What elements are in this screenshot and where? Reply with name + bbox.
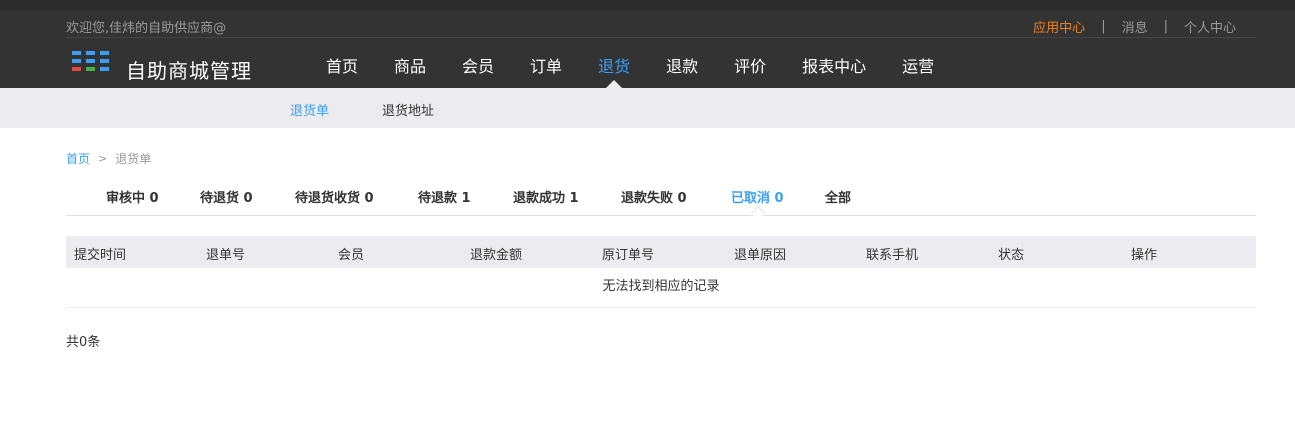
tab-all[interactable]: 全部 — [825, 187, 851, 206]
top-header: 欢迎您,佳炜的自助供应商@ 应用中心 | 消息 | 个人中心 自助商城管理 首页… — [0, 0, 1295, 88]
browser-edge — [0, 0, 1295, 10]
tab-refund-success[interactable]: 退款成功 1 — [513, 187, 579, 206]
nav-reviews[interactable]: 评价 — [716, 38, 784, 88]
nav-home[interactable]: 首页 — [308, 38, 376, 88]
app-center-link[interactable]: 应用中心 — [1033, 17, 1085, 36]
active-tab-caret-icon — [750, 205, 766, 221]
tab-refund-failed[interactable]: 退款失败 0 — [621, 187, 687, 206]
table-header: 提交时间 退单号 会员 退款金额 原订单号 退单原因 联系手机 状态 操作 — [66, 236, 1256, 268]
col-actions: 操作 — [1131, 248, 1158, 263]
top-separator: | — [1163, 19, 1168, 34]
col-submit-time: 提交时间 — [74, 248, 127, 263]
brand-title: 自助商城管理 — [126, 59, 252, 83]
col-return-reason: 退单原因 — [734, 248, 787, 263]
tab-cancelled[interactable]: 已取消 0 — [731, 187, 784, 206]
record-count: 共0条 — [66, 335, 101, 350]
subnav-return-address[interactable]: 退货地址 — [382, 100, 434, 119]
nav-members[interactable]: 会员 — [444, 38, 512, 88]
active-caret-icon — [606, 80, 623, 88]
col-original-order: 原订单号 — [602, 248, 655, 263]
breadcrumb-home[interactable]: 首页 — [66, 150, 90, 167]
tab-pending-return[interactable]: 待退货 0 — [200, 187, 253, 206]
top-links: 应用中心 | 消息 | 个人中心 — [1033, 17, 1236, 36]
main-nav: 首页 商品 会员 订单 退货 退款 评价 报表中心 运营 — [308, 38, 952, 88]
subnav-return-orders[interactable]: 退货单 — [290, 100, 329, 119]
breadcrumb: 首页 > 退货单 — [66, 150, 151, 167]
col-status: 状态 — [998, 248, 1025, 263]
nav-refunds[interactable]: 退款 — [648, 38, 716, 88]
empty-table-message: 无法找到相应的记录 — [66, 268, 1256, 308]
col-return-no: 退单号 — [206, 248, 246, 263]
nav-operations[interactable]: 运营 — [884, 38, 952, 88]
tab-pending-receipt[interactable]: 待退货收货 0 — [295, 187, 374, 206]
breadcrumb-separator: > — [98, 152, 108, 165]
personal-center-link[interactable]: 个人中心 — [1184, 17, 1236, 36]
col-refund-amount: 退款金额 — [470, 248, 523, 263]
nav-products[interactable]: 商品 — [376, 38, 444, 88]
tab-reviewing[interactable]: 审核中 0 — [106, 187, 159, 206]
top-bar: 欢迎您,佳炜的自助供应商@ 应用中心 | 消息 | 个人中心 — [0, 10, 1295, 38]
top-separator: | — [1101, 19, 1106, 34]
nav-reports[interactable]: 报表中心 — [784, 38, 884, 88]
col-contact-phone: 联系手机 — [866, 248, 919, 263]
sub-nav: 退货单 退货地址 — [0, 88, 1295, 128]
nav-orders[interactable]: 订单 — [512, 38, 580, 88]
messages-link[interactable]: 消息 — [1122, 17, 1148, 36]
nav-returns[interactable]: 退货 — [580, 38, 648, 88]
status-tabs: 审核中 0 待退货 0 待退货收货 0 待退款 1 退款成功 1 退款失败 0 … — [66, 178, 1256, 221]
logo-icon — [72, 51, 112, 75]
welcome-text: 欢迎您,佳炜的自助供应商@ — [66, 21, 227, 36]
tab-pending-refund[interactable]: 待退款 1 — [418, 187, 471, 206]
col-member: 会员 — [338, 248, 365, 263]
nav-returns-label: 退货 — [598, 57, 631, 76]
breadcrumb-current: 退货单 — [115, 152, 152, 166]
